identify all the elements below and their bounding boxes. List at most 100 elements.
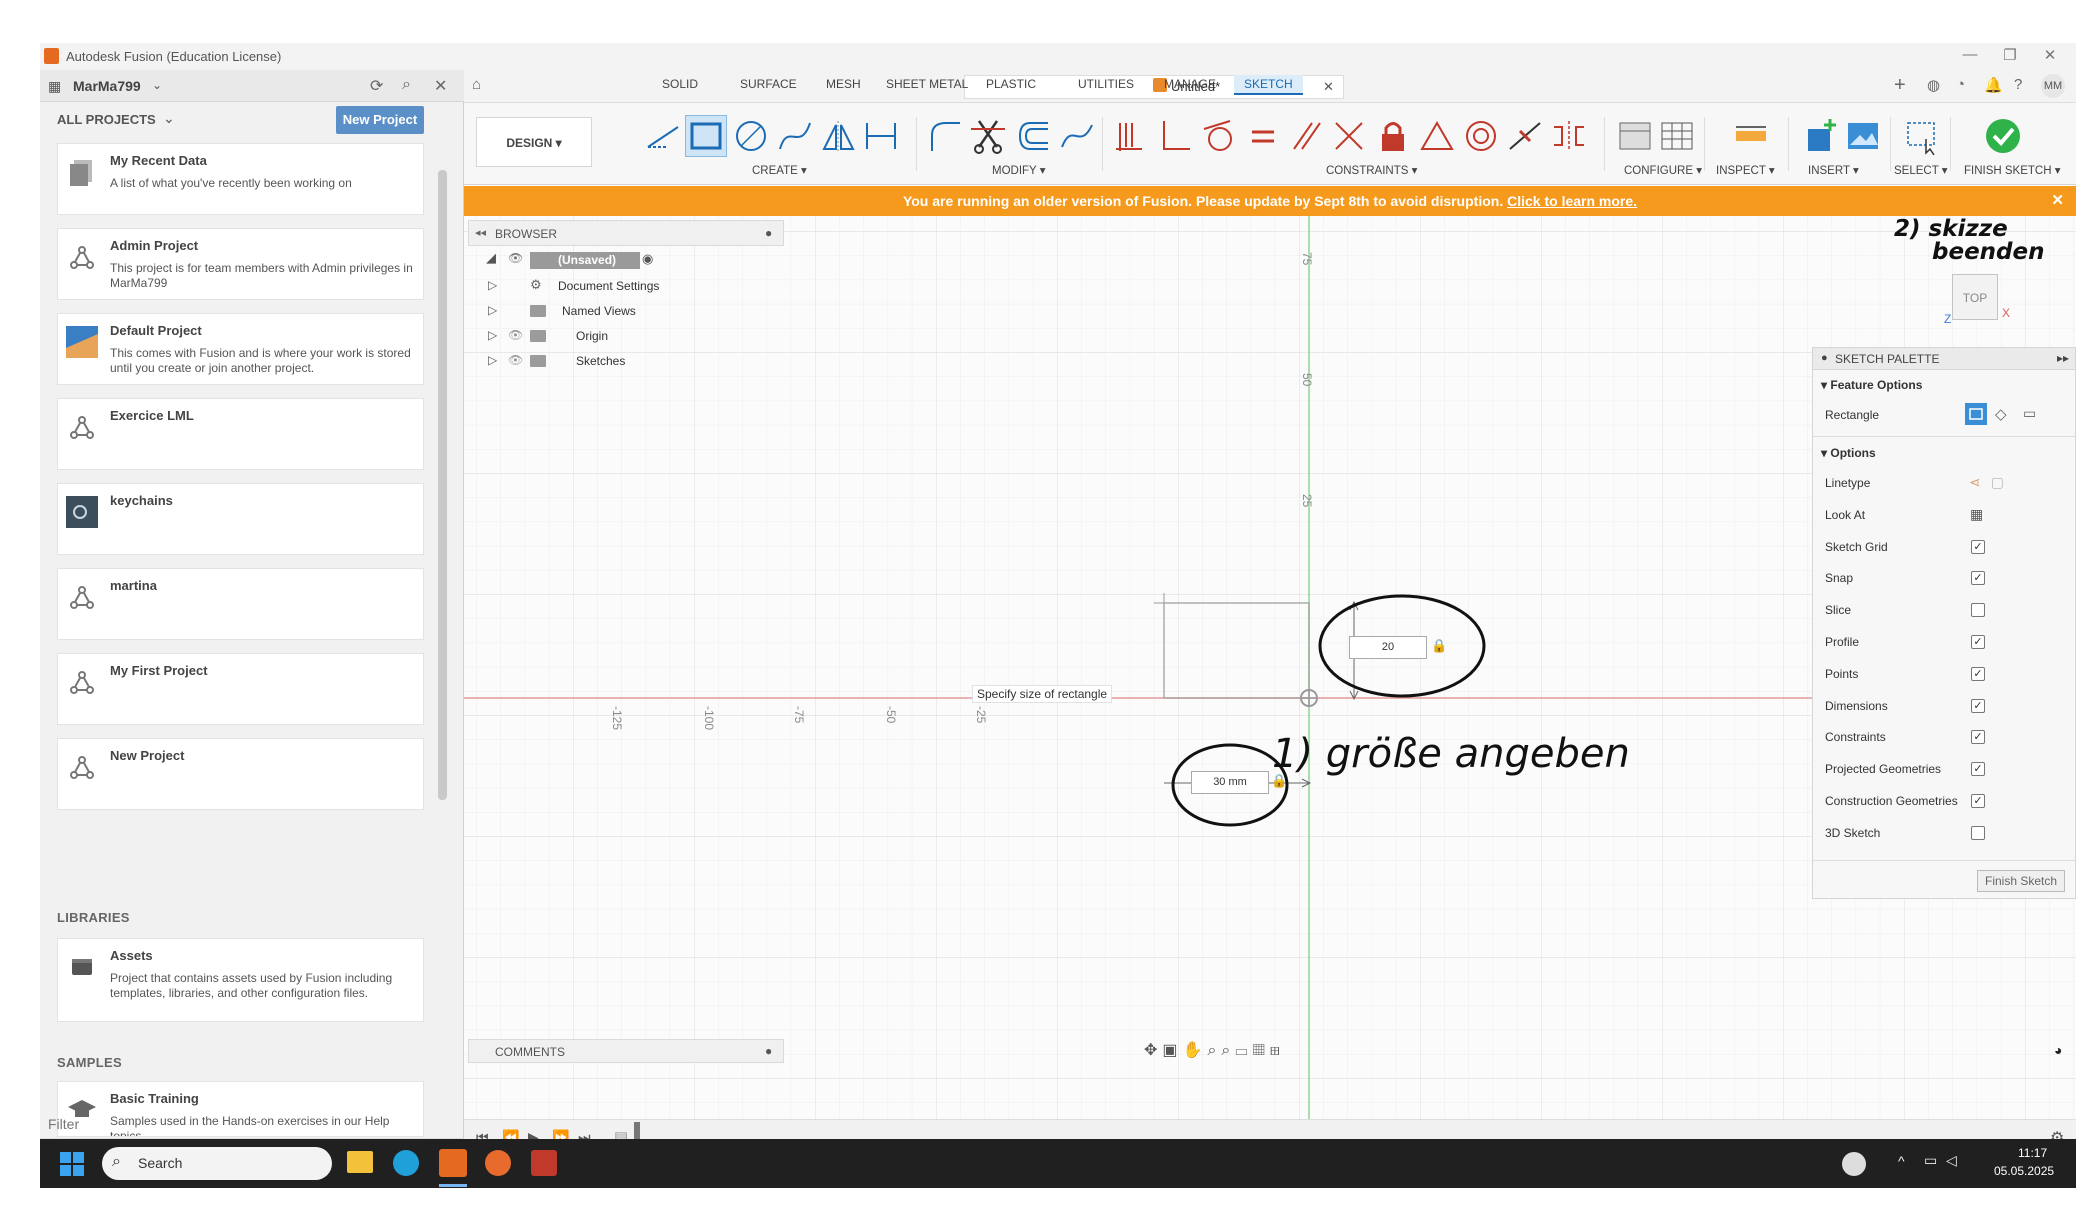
two-point-rectangle-icon[interactable] <box>1965 403 1987 425</box>
collinear-constraint-icon[interactable] <box>1330 117 1368 155</box>
project-card[interactable]: Admin Project This project is for team me… <box>57 228 424 300</box>
search-icon[interactable]: ⌕ <box>402 76 411 94</box>
tangent-constraint-icon[interactable] <box>1200 117 1238 155</box>
expand-triangle-icon[interactable]: ▷ <box>488 353 497 367</box>
new-tab-plus-icon[interactable]: + <box>1894 74 1906 97</box>
project-card[interactable]: New Project <box>57 738 424 810</box>
palette-checkbox[interactable]: ✓ <box>1971 698 1985 713</box>
job-status-icon[interactable]: ◔ <box>1956 76 1965 93</box>
midpoint-constraint-icon[interactable] <box>1506 117 1544 155</box>
spline-modify-icon[interactable] <box>1058 117 1096 155</box>
offset-tool-icon[interactable] <box>1014 117 1052 155</box>
refresh-icon[interactable]: ⟳ <box>370 76 383 96</box>
root-expand-icon[interactable]: ◢ <box>486 250 496 266</box>
close-tab-icon[interactable]: ✕ <box>1323 79 1334 95</box>
concentric-constraint-icon[interactable] <box>1462 117 1500 155</box>
minimize-button[interactable]: — <box>1950 46 1990 63</box>
constraints-group-label[interactable]: CONSTRAINTS ▾ <box>1326 163 1417 177</box>
inspect-group-label[interactable]: INSPECT ▾ <box>1716 163 1775 177</box>
viewports-icon[interactable]: ⊞ <box>1270 1042 1285 1059</box>
pan-hand-icon[interactable]: ✋ <box>1183 1042 1208 1059</box>
workspace-tab-sheet-metal[interactable]: SHEET METAL <box>876 75 978 93</box>
visibility-eye-icon[interactable]: 👁 <box>508 328 523 342</box>
insert-derive-icon[interactable] <box>1802 117 1840 155</box>
perpendicular-constraint-icon[interactable] <box>1156 117 1194 155</box>
windows-start-icon[interactable] <box>60 1152 84 1176</box>
taskbar-time[interactable]: 11:17 <box>2018 1146 2047 1160</box>
browser-node[interactable]: ▷ Named Views <box>468 301 768 323</box>
workspace-tab-sketch[interactable]: SKETCH <box>1234 75 1303 95</box>
palette-expand-icon[interactable]: ▸▸ <box>2057 351 2069 365</box>
height-dimension-input[interactable]: 20 <box>1349 636 1427 659</box>
taskbar-date[interactable]: 05.05.2025 <box>1994 1164 2054 1178</box>
home-icon[interactable]: ⌂ <box>472 76 481 93</box>
sketch-palette-header[interactable]: ● SKETCH PALETTE ▸▸ <box>1813 348 2075 370</box>
apps-grid-icon[interactable]: ▦ <box>48 78 61 95</box>
options-header[interactable]: ▾ Options <box>1821 446 1876 460</box>
browser-header[interactable]: ◂◂ BROWSER ● <box>468 220 784 246</box>
maximize-button[interactable]: ❐ <box>1990 46 2030 64</box>
orbit-icon[interactable]: ✥ <box>1144 1042 1162 1059</box>
extensions-icon[interactable]: ◍ <box>1927 76 1940 94</box>
width-dimension-input[interactable]: 30 mm <box>1191 771 1269 794</box>
expand-triangle-icon[interactable]: ▷ <box>488 303 497 317</box>
look-at-calendar-icon[interactable]: ▦ <box>1970 506 1983 523</box>
workspace-tab-plastic[interactable]: PLASTIC <box>976 75 1046 93</box>
fit-icon[interactable]: ⌕ <box>1221 1042 1235 1059</box>
firefox-icon[interactable] <box>485 1150 511 1176</box>
parallel-constraint-icon[interactable] <box>1288 117 1326 155</box>
spline-tool-icon[interactable] <box>776 117 814 155</box>
height-lock-icon[interactable]: 🔒 <box>1431 638 1447 654</box>
close-panel-icon[interactable]: ✕ <box>434 76 447 96</box>
notifications-bell-icon[interactable]: 🔔 <box>1984 76 2003 94</box>
fix-lock-icon[interactable] <box>1374 117 1412 155</box>
finish-sketch-check-icon[interactable] <box>1984 117 2022 155</box>
fusion-taskbar-icon[interactable] <box>439 1149 467 1177</box>
project-card[interactable]: My Recent Data A list of what you've rece… <box>57 143 424 215</box>
circle-tool-icon[interactable] <box>732 117 770 155</box>
measure-ruler-icon[interactable] <box>1732 117 1770 155</box>
finish-sketch-button[interactable]: Finish Sketch <box>1977 870 2065 892</box>
palette-checkbox[interactable]: ✓ <box>1971 571 1985 586</box>
browser-node[interactable]: ▷ 👁 Sketches <box>468 351 768 373</box>
team-name[interactable]: MarMa799 <box>73 78 141 94</box>
chevron-down-icon[interactable]: ⌄ <box>152 78 162 92</box>
palette-checkbox[interactable]: ✓ <box>1971 762 1985 777</box>
symmetry-constraint-icon[interactable] <box>1550 117 1588 155</box>
close-window-button[interactable]: ✕ <box>2030 46 2070 64</box>
rectangle-tool-button[interactable] <box>685 115 727 157</box>
select-group-label[interactable]: SELECT ▾ <box>1894 163 1948 177</box>
view-cube[interactable]: TOP <box>1952 274 1998 320</box>
palette-checkbox[interactable]: ✓ <box>1971 666 1985 681</box>
comments-panel-header[interactable]: COMMENTS ● <box>468 1039 784 1063</box>
symmetry-triangle-icon[interactable] <box>1418 117 1456 155</box>
library-card-assets[interactable]: Assets Project that contains assets used… <box>57 938 424 1022</box>
workspace-tab-manage[interactable]: MANAGE <box>1154 75 1226 93</box>
edge-browser-icon[interactable] <box>393 1150 419 1176</box>
project-card[interactable]: Default Project This comes with Fusion an… <box>57 313 424 385</box>
mirror-tool-icon[interactable] <box>820 117 858 155</box>
visibility-eye-icon[interactable]: 👁 <box>508 353 523 367</box>
feature-options-header[interactable]: ▾ Feature Options <box>1821 378 1922 392</box>
three-point-rectangle-icon[interactable]: ◇ <box>1995 405 2007 423</box>
workspace-selector[interactable]: DESIGN ▾ <box>476 117 592 167</box>
select-window-icon[interactable] <box>1902 117 1940 155</box>
display-settings-icon[interactable]: ▭ <box>1235 1042 1252 1059</box>
palette-checkbox[interactable] <box>1971 825 1985 840</box>
sketch-dimension-tool-icon[interactable] <box>862 117 900 155</box>
browser-options-icon[interactable]: ● <box>765 226 772 240</box>
linetype-construction-icon[interactable]: ⋖ <box>1969 474 1991 490</box>
new-project-button[interactable]: New Project <box>336 106 424 134</box>
all-projects-header[interactable]: ALL PROJECTS <box>57 112 156 127</box>
palette-checkbox[interactable]: ✓ <box>1971 730 1985 745</box>
palette-checkbox[interactable] <box>1971 603 1985 618</box>
line-tool-icon[interactable] <box>644 117 682 155</box>
palette-pin-icon[interactable]: ● <box>1821 352 1828 364</box>
snipping-tool-icon[interactable] <box>531 1150 557 1176</box>
look-at-icon[interactable]: ▣ <box>1162 1042 1182 1059</box>
close-banner-icon[interactable]: ✕ <box>2051 186 2064 216</box>
configure-grid-icon[interactable] <box>1658 117 1696 155</box>
zoom-icon[interactable]: ⌕ <box>1207 1042 1221 1059</box>
browser-node[interactable]: ▷ 👁 Origin <box>468 326 768 348</box>
grid-settings-icon[interactable]: ▦ <box>1253 1042 1270 1059</box>
